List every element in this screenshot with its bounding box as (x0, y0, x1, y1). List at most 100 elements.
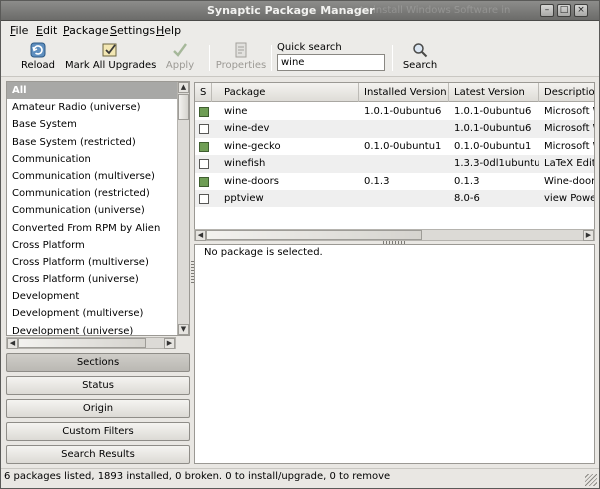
scroll-up-icon[interactable]: ▲ (178, 82, 189, 93)
section-item[interactable]: All (7, 82, 177, 100)
search-button[interactable]: Search (401, 41, 439, 75)
column-installed-version[interactable]: Installed Version (359, 83, 449, 102)
section-item[interactable]: Communication (restricted) (7, 185, 177, 202)
scroll-thumb[interactable] (18, 338, 146, 348)
installed-version: 0.1.0-0ubuntu1 (364, 140, 442, 152)
quick-search-label: Quick search (277, 42, 342, 53)
quick-search-input[interactable] (277, 54, 385, 71)
properties-button[interactable]: Properties (215, 41, 267, 75)
reload-icon (30, 42, 46, 58)
sections-filter-button[interactable]: Sections (6, 353, 190, 372)
section-item[interactable]: Amateur Radio (universe) (7, 99, 177, 116)
origin-filter-button[interactable]: Origin (6, 399, 190, 418)
section-item[interactable]: Communication (7, 151, 177, 168)
section-item[interactable]: Converted From RPM by Alien (7, 220, 177, 237)
sections-vertical-scrollbar[interactable]: ▲ ▼ (177, 82, 189, 335)
section-item[interactable]: Cross Platform (multiverse) (7, 254, 177, 271)
minimize-icon: – (544, 5, 550, 15)
section-item[interactable]: Development (multiverse) (7, 305, 177, 322)
package-name: wine-dev (224, 123, 270, 135)
installed-version: 0.1.3 (364, 175, 390, 187)
toolbar-separator (271, 45, 272, 71)
menu-help[interactable]: Help (156, 24, 181, 37)
scroll-down-icon[interactable]: ▼ (178, 324, 189, 335)
section-item[interactable]: Development (universe) (7, 323, 177, 335)
column-status[interactable]: S (195, 83, 212, 102)
maximize-icon: □ (559, 5, 569, 15)
section-item[interactable]: Cross Platform (7, 237, 177, 254)
package-table-header: S Package Installed Version Latest Versi… (195, 83, 594, 102)
installed-version (359, 155, 449, 172)
scroll-right-icon[interactable]: ▶ (583, 230, 594, 241)
scroll-right-icon[interactable]: ▶ (164, 338, 175, 349)
menu-file[interactable]: File (10, 24, 28, 37)
installed-status-icon[interactable] (199, 107, 209, 117)
properties-icon (235, 42, 247, 58)
mark-upgrades-icon (102, 43, 117, 57)
section-item[interactable]: Communication (universe) (7, 202, 177, 219)
package-name: winefish (224, 158, 266, 170)
scroll-left-icon[interactable]: ◀ (195, 230, 206, 241)
sections-horizontal-scrollbar[interactable]: ◀ ▶ (6, 337, 176, 349)
status-filter-button[interactable]: Status (6, 376, 190, 395)
section-item[interactable]: Base System (7, 116, 177, 133)
window-title-overlay: - to install Windows Software in (353, 5, 511, 16)
latest-version: 8.0-6 (454, 193, 480, 204)
package-description: Microsoft Windows Compatibility Layer (544, 123, 594, 135)
maximize-button[interactable]: □ (557, 4, 571, 17)
table-row[interactable]: winefish 1.3.3-0dl1ubuntu1 LaTeX Editor (195, 155, 594, 173)
package-name: wine-gecko (224, 140, 281, 152)
section-item[interactable]: Cross Platform (universe) (7, 271, 177, 288)
available-status-icon[interactable] (199, 194, 209, 204)
synaptic-window: Synaptic Package Manager - to install Wi… (0, 0, 600, 489)
installed-version: 1.0.1-0ubuntu6 (364, 106, 442, 117)
table-row[interactable]: pptview 8.0-6 view PowerPoint (195, 190, 594, 208)
table-row[interactable]: wine 1.0.1-0ubuntu6 1.0.1-0ubuntu6 Micro… (195, 103, 594, 120)
menu-edit[interactable]: Edit (36, 24, 57, 37)
mark-all-upgrades-button[interactable]: Mark All Upgrades (65, 41, 156, 75)
section-item[interactable]: Base System (restricted) (7, 134, 177, 151)
table-row[interactable]: wine-dev 1.0.1-0ubuntu6 Microsoft Window… (195, 120, 594, 138)
apply-checkmark-icon (173, 43, 187, 57)
toolbar: Reload Mark All Upgrades Apply Propertie… (1, 39, 599, 77)
package-description: Microsoft Windows Compatibility Layer (544, 106, 594, 117)
search-icon (413, 43, 428, 58)
custom-filters-button[interactable]: Custom Filters (6, 422, 190, 441)
latest-version: 0.1.3 (454, 175, 480, 187)
section-item[interactable]: Communication (multiverse) (7, 168, 177, 185)
package-name: pptview (224, 193, 264, 204)
column-latest-version[interactable]: Latest Version (449, 83, 539, 102)
package-table-horizontal-scrollbar[interactable]: ◀ ▶ (194, 229, 595, 241)
latest-version: 1.3.3-0dl1ubuntu1 (454, 158, 539, 170)
scroll-left-icon[interactable]: ◀ (7, 338, 18, 349)
toolbar-separator (209, 45, 210, 71)
title-bar[interactable]: Synaptic Package Manager - to install Wi… (1, 1, 599, 21)
minimize-button[interactable]: – (540, 4, 554, 17)
menu-bar: File Edit Package Settings Help (1, 21, 599, 39)
package-description: Microsoft Windows Compatibility Layer (544, 140, 594, 152)
installed-status-icon[interactable] (199, 141, 209, 152)
search-results-button[interactable]: Search Results (6, 445, 190, 464)
installed-status-icon[interactable] (199, 176, 209, 187)
package-name: wine-doors (224, 175, 279, 187)
apply-button[interactable]: Apply (164, 41, 196, 75)
menu-package[interactable]: Package (63, 24, 109, 37)
section-item[interactable]: Development (7, 288, 177, 305)
package-description: LaTeX Editor (544, 158, 594, 170)
column-description[interactable]: Description (539, 83, 594, 102)
close-button[interactable]: × (574, 4, 588, 17)
reload-button[interactable]: Reload (19, 41, 57, 75)
package-details-panel: No package is selected. (194, 244, 595, 464)
latest-version: 0.1.0-0ubuntu1 (454, 140, 532, 152)
table-row[interactable]: wine-doors 0.1.3 0.1.3 Wine-doors (195, 173, 595, 190)
package-description: Wine-doors (544, 175, 595, 187)
menu-settings[interactable]: Settings (110, 24, 155, 37)
available-status-icon[interactable] (199, 124, 209, 135)
table-row[interactable]: wine-gecko 0.1.0-0ubuntu1 0.1.0-0ubuntu1… (195, 138, 594, 155)
package-table: S Package Installed Version Latest Versi… (194, 82, 595, 240)
resize-grip-icon[interactable] (585, 474, 597, 486)
available-status-icon[interactable] (199, 159, 209, 170)
column-package[interactable]: Package (219, 83, 359, 102)
scroll-thumb[interactable] (206, 230, 422, 240)
scroll-thumb[interactable] (178, 94, 189, 120)
